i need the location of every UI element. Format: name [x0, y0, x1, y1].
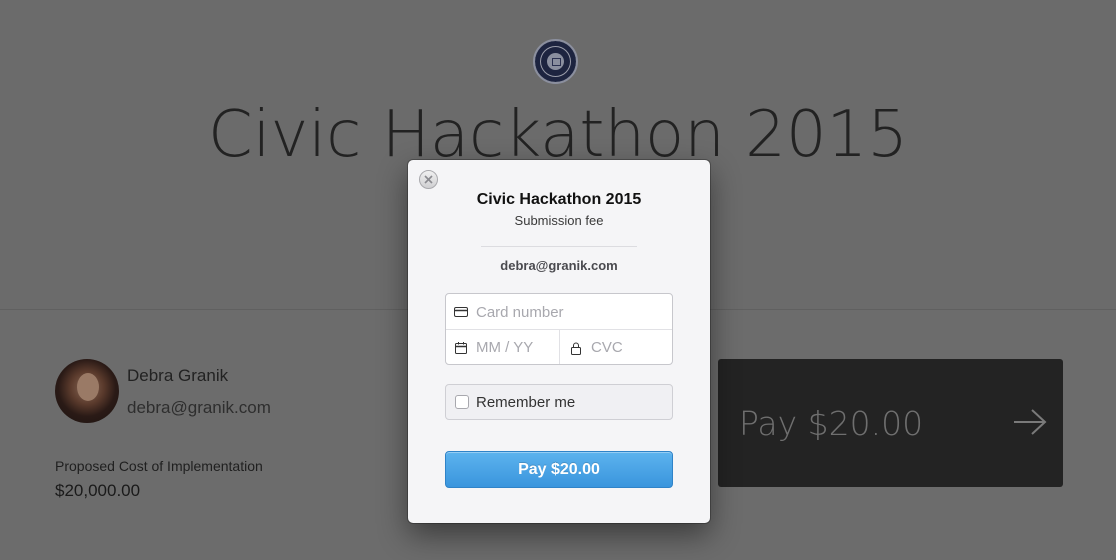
close-button[interactable] — [419, 170, 438, 189]
divider — [481, 246, 637, 247]
cvc-field[interactable] — [569, 330, 669, 365]
checkout-modal: Civic Hackathon 2015 Submission fee debr… — [408, 160, 710, 523]
card-number-input[interactable] — [476, 303, 666, 321]
cost-value: $20,000.00 — [55, 481, 141, 500]
background-pay-label: Pay $20.00 — [739, 404, 924, 443]
close-icon — [424, 175, 433, 184]
cost-label: Proposed Cost of Implementation — [55, 458, 263, 474]
field-divider — [559, 330, 560, 364]
user-name: Debra Granik — [127, 366, 229, 385]
cvc-input[interactable] — [591, 339, 669, 356]
seal-logo-icon — [533, 39, 578, 84]
remember-me-toggle[interactable]: Remember me — [445, 384, 673, 420]
arrow-right-icon — [1014, 409, 1047, 435]
background-pay-button[interactable]: Pay $20.00 — [718, 359, 1063, 487]
expiry-input[interactable] — [476, 339, 558, 356]
modal-email: debra@granik.com — [500, 258, 618, 273]
credit-card-icon — [454, 307, 468, 317]
avatar — [55, 359, 119, 423]
remember-me-label: Remember me — [476, 393, 576, 411]
card-number-field[interactable] — [454, 294, 666, 330]
remember-me-checkbox[interactable] — [455, 395, 469, 409]
modal-subtitle: Submission fee — [514, 213, 604, 228]
lock-icon — [571, 342, 581, 355]
expiry-field[interactable] — [454, 330, 558, 365]
modal-title: Civic Hackathon 2015 — [476, 191, 642, 208]
calendar-icon — [455, 341, 467, 354]
card-input-group — [445, 293, 673, 365]
user-email: debra@granik.com — [127, 398, 271, 417]
pay-button[interactable]: Pay $20.00 — [445, 451, 673, 488]
